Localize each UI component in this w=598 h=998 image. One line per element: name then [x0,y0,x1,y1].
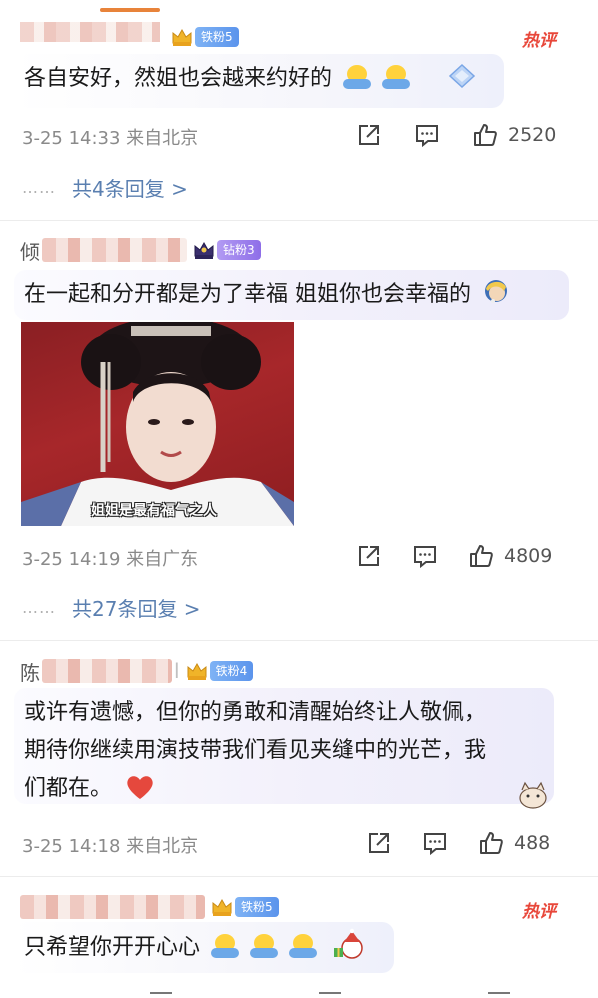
crown-icon [171,27,193,47]
comment-bubble: 各自安好，然姐也会越来约好的 [14,54,504,108]
fan-badge: 铁粉4 [209,661,254,681]
heart-icon [125,773,155,801]
hug-emoji-icon [211,932,240,960]
attached-image[interactable]: 姐姐是最有福气之人 [21,322,294,526]
reply-count-link[interactable]: 共27条回复 > [72,593,201,622]
reply-dots: …… [22,597,56,617]
commenter-name-blurred [20,895,205,919]
reply-count-link[interactable]: 共4条回复 > [72,173,188,202]
pearl-earring-sticker-icon [482,277,510,307]
diamond-sticker-icon [447,63,477,102]
comment-text-line: 或许有遗憾，但你的勇敢和清醒始终让人敬佩， [24,700,487,725]
comment-bubble: 只希望你开开心心 [14,922,394,973]
comment-icon[interactable] [422,830,448,856]
timestamp-location: 3-25 14:18 来自北京 [22,836,199,857]
commenter-name-blurred [42,659,172,683]
comment-icon[interactable] [412,543,438,569]
commenter-name-blurred[interactable] [20,22,160,42]
like-count: 4809 [504,545,553,567]
bottom-action-bar-partial [150,992,510,998]
reply-thread-link[interactable]: …… 共27条回复 > [22,592,201,622]
commenter-name-blurred [42,238,187,262]
fan-badge: 铁粉5 [195,27,239,47]
commenter-name-row[interactable]: 倾 钻粉3 [20,235,261,265]
comment-actions: 4809 [356,543,552,569]
thumbs-up-icon[interactable] [478,830,504,856]
comment-icon[interactable] [414,122,440,148]
share-icon[interactable] [356,122,382,148]
hot-comment-badge: 热评 [522,31,556,51]
fan-badge: 铁粉5 [235,897,279,917]
comment-text-line: 期待你继续用演技带我们看见夹缝中的光芒，我 [24,738,487,763]
commenter-name-initial: 陈 [20,660,40,685]
hug-emoji-icon [289,932,318,960]
comment-bubble: 或许有遗憾，但你的勇敢和清醒始终让人敬佩， 期待你继续用演技带我们看见夹缝中的光… [14,688,554,809]
timestamp-location: 3-25 14:33 来自北京 [22,128,199,149]
comment-text: 在一起和分开都是为了幸福 姐姐你也会幸福的 [24,282,471,307]
comment-divider [0,220,598,221]
thumbs-up-icon[interactable] [468,543,494,569]
comment-text-line: 们都在。 [24,776,113,801]
comment-actions: 2520 [356,122,556,148]
comment-actions: 488 [366,830,550,856]
share-icon[interactable] [356,543,382,569]
comment-text: 各自安好，然姐也会越来约好的 [24,66,333,91]
timestamp-location: 3-25 14:19 来自广东 [22,549,199,570]
christmas-sticker-icon [332,928,366,962]
image-caption: 姐姐是最有福气之人 [91,503,217,519]
hug-emoji-icon [250,932,279,960]
hug-emoji-icon [382,63,411,91]
crown-icon [211,897,233,917]
commenter-badges: 铁粉5 [165,22,239,52]
like-count: 488 [514,832,551,854]
comment-bubble: 在一起和分开都是为了幸福 姐姐你也会幸福的 [14,270,569,320]
crown-icon [193,240,215,260]
hot-comment-badge: 热评 [522,902,556,922]
reply-thread-link[interactable]: …… 共4条回复 > [22,172,188,202]
hug-emoji-icon [343,63,372,91]
thumbs-up-icon[interactable] [472,122,498,148]
commenter-name-row[interactable]: 铁粉5 [20,892,279,922]
comment-divider [0,640,598,641]
reply-dots: …… [22,177,56,197]
commenter-name-initial: 倾 [20,239,40,264]
crown-icon [186,661,208,681]
fan-badge: 钻粉3 [217,240,261,260]
like-count: 2520 [508,124,557,146]
commenter-name-tail: l [174,659,180,683]
drama-still-illustration [21,322,294,526]
cat-sticker-icon [516,778,550,810]
comment-divider [0,876,598,877]
top-scroll-indicator [100,8,160,12]
share-icon[interactable] [366,830,392,856]
commenter-name-row[interactable]: 陈 l 铁粉4 [20,656,254,686]
comment-text: 只希望你开开心心 [24,935,201,960]
